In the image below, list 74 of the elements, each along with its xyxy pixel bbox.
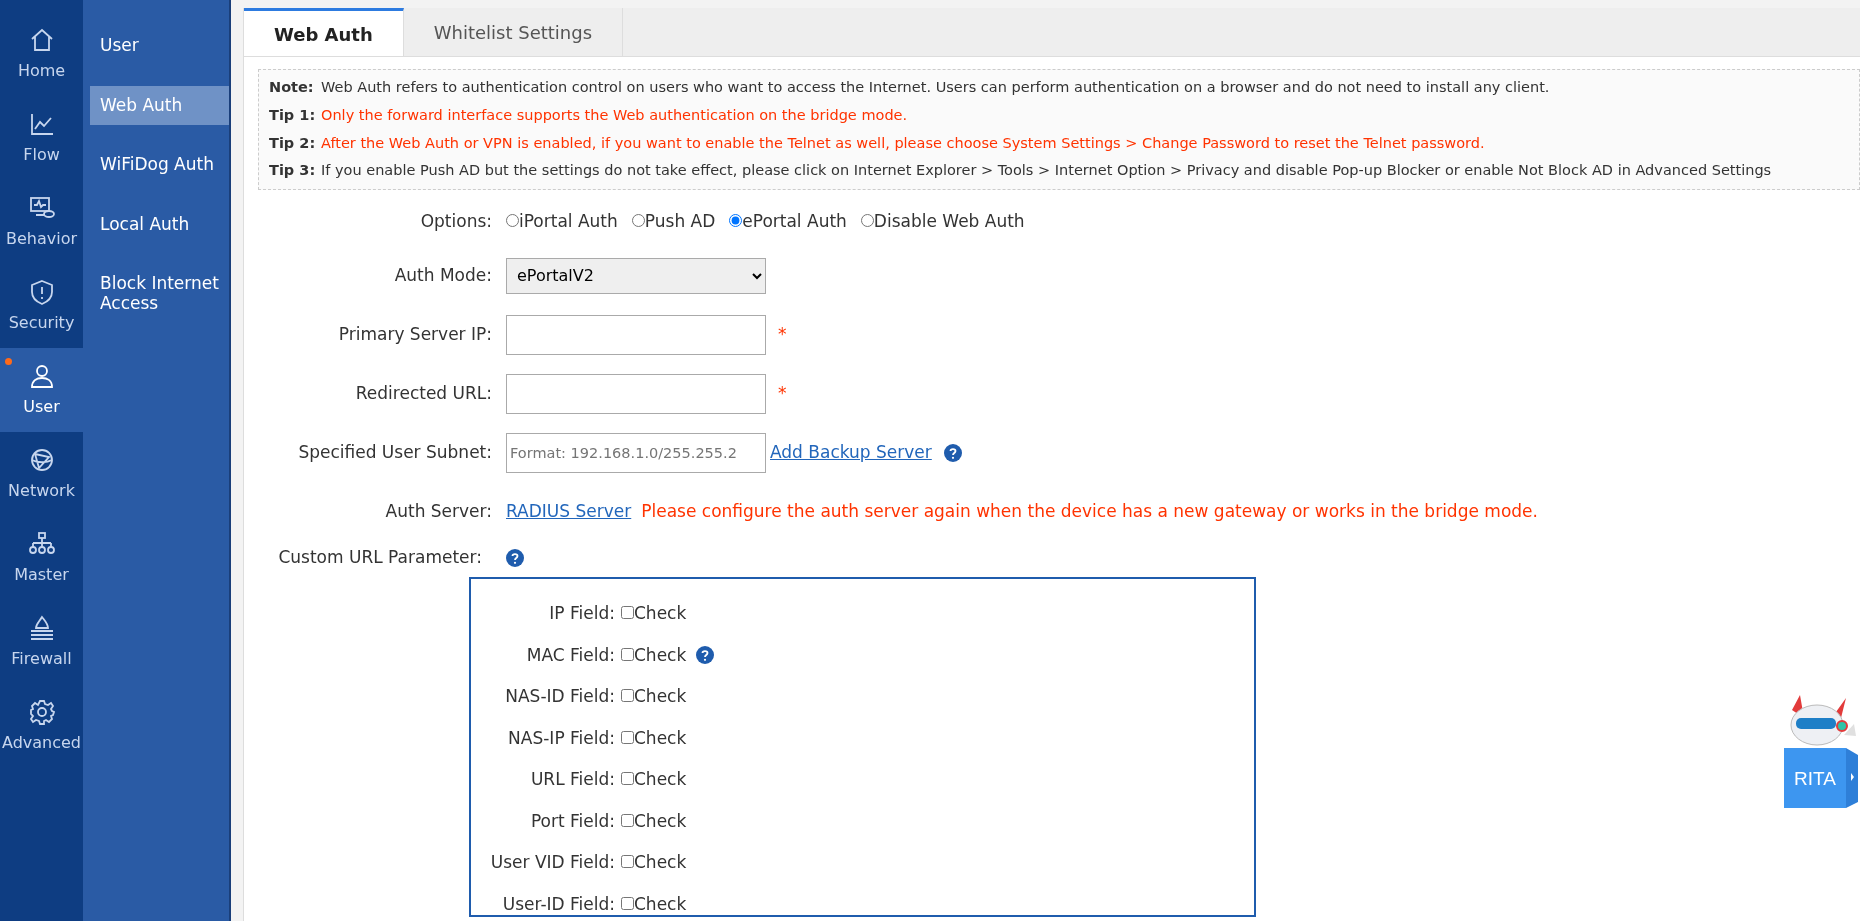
checkbox[interactable] [621, 813, 634, 827]
check-option[interactable]: Check [621, 642, 687, 668]
nav-rail-item[interactable]: User [0, 348, 83, 432]
warning-text: Please configure the auth server again when the device has a new gateway or works in the bridge mode. [641, 499, 1538, 523]
radio-button[interactable] [729, 214, 743, 228]
field-label: Options: [419, 210, 493, 234]
server-ip-field[interactable] [506, 314, 766, 355]
field-label: Primary Server IP: [337, 322, 493, 346]
nav-rail-item[interactable]: Master [0, 516, 83, 600]
nav-rail-item[interactable]: Behavior [0, 180, 83, 264]
nav-rail-item[interactable]: Home [0, 12, 83, 96]
nav-rail-item[interactable]: Security [0, 264, 83, 348]
checkbox[interactable] [621, 606, 634, 619]
check-option[interactable]: Check [621, 725, 687, 751]
active-dot-icon [5, 358, 12, 365]
field-label: Redirected URL: [354, 381, 493, 405]
check-option[interactable]: Check [621, 601, 687, 627]
field-label: User VID Field: [489, 851, 616, 874]
note-text: Only the forward interface supports the Web authentication on the bridge mode. [321, 106, 908, 123]
nav-rail-item[interactable]: Network [0, 432, 83, 516]
field-label: Custom URL Parameter: [277, 546, 483, 570]
submenu-item[interactable]: Local Auth [90, 204, 229, 245]
user-subnet-field[interactable]: Format: 192.168.1.0/255.255.2 [506, 432, 766, 473]
submenu-item[interactable]: User [90, 26, 229, 66]
checkbox[interactable] [621, 772, 634, 785]
note-text: After the Web Auth or VPN is enabled, if you want to enable the Telnet as well, please choose System Settings > Change Password to reset the Telnet password. [321, 134, 1485, 151]
field-label: NAS-IP Field: [507, 726, 616, 750]
radio-option[interactable]: Disable Web Auth [860, 209, 1025, 235]
field-label: Port Field: [529, 809, 616, 833]
tab[interactable]: Web Auth [244, 8, 404, 56]
radio-option[interactable]: ePortal Auth [729, 209, 847, 235]
radio-option[interactable]: iPortal Auth [506, 209, 618, 235]
checkbox[interactable] [621, 647, 634, 661]
check-option[interactable]: Check [621, 684, 687, 710]
submenu-item[interactable]: WiFiDog Auth [90, 145, 229, 185]
checkbox[interactable] [621, 730, 634, 744]
check-option[interactable]: Check [621, 850, 687, 876]
required-mark: * [778, 322, 787, 346]
nav-rail-item[interactable]: Advanced [0, 684, 83, 768]
note-label: Note: [269, 78, 315, 97]
note-label: Tip 1: [269, 105, 317, 125]
checkbox[interactable] [621, 896, 634, 910]
radius-server-link[interactable]: RADIUS Server [506, 498, 632, 525]
radio-option[interactable]: Push AD [631, 209, 716, 235]
checkbox[interactable] [621, 855, 634, 868]
radio-button[interactable] [506, 214, 519, 228]
field-label: Auth Mode: [393, 263, 493, 287]
field-label: IP Field: [548, 602, 616, 625]
field-label: NAS-ID Field: [504, 685, 616, 708]
field-label: URL Field: [529, 768, 616, 791]
radio-button[interactable] [860, 214, 874, 228]
check-option[interactable]: Check [621, 767, 687, 793]
help-icon[interactable] [696, 646, 715, 665]
field-label: MAC Field: [525, 643, 616, 667]
checkbox[interactable] [621, 689, 634, 702]
check-option[interactable]: Check [621, 808, 687, 834]
required-mark: * [778, 381, 787, 405]
field-label: User-ID Field: [501, 892, 616, 916]
note-text: Web Auth refers to authentication control on users who want to access the Internet. Users can perform authentication on a browser and do not need to install any client. [321, 79, 1550, 95]
nav-rail-item[interactable]: Flow [0, 96, 83, 180]
redirected-url-field[interactable] [506, 373, 766, 414]
field-label: Specified User Subnet: [297, 440, 493, 464]
help-icon[interactable] [943, 443, 962, 462]
check-option[interactable]: Check [621, 891, 687, 917]
note-label: Tip 2: [269, 133, 317, 153]
submenu-item[interactable]: Block Internet Access [90, 264, 229, 324]
auth-mode-dropdown[interactable]: ePortalV2 [506, 257, 766, 294]
note-label: Tip 3: [269, 161, 317, 181]
radio-button[interactable] [631, 214, 645, 228]
help-icon[interactable] [506, 549, 524, 567]
note-text: If you enable Push AD but the settings do not take effect, please click on Internet Explorer > Tools > Internet Option > Privacy and disable Pop-up Blocker or enable Not Block AD in Advanced Settings [321, 162, 1772, 179]
add-backup-server-link[interactable]: Add Backup Server [770, 439, 932, 466]
field-label: Auth Server: [384, 499, 493, 523]
nav-rail-item[interactable]: Firewall [0, 600, 83, 684]
